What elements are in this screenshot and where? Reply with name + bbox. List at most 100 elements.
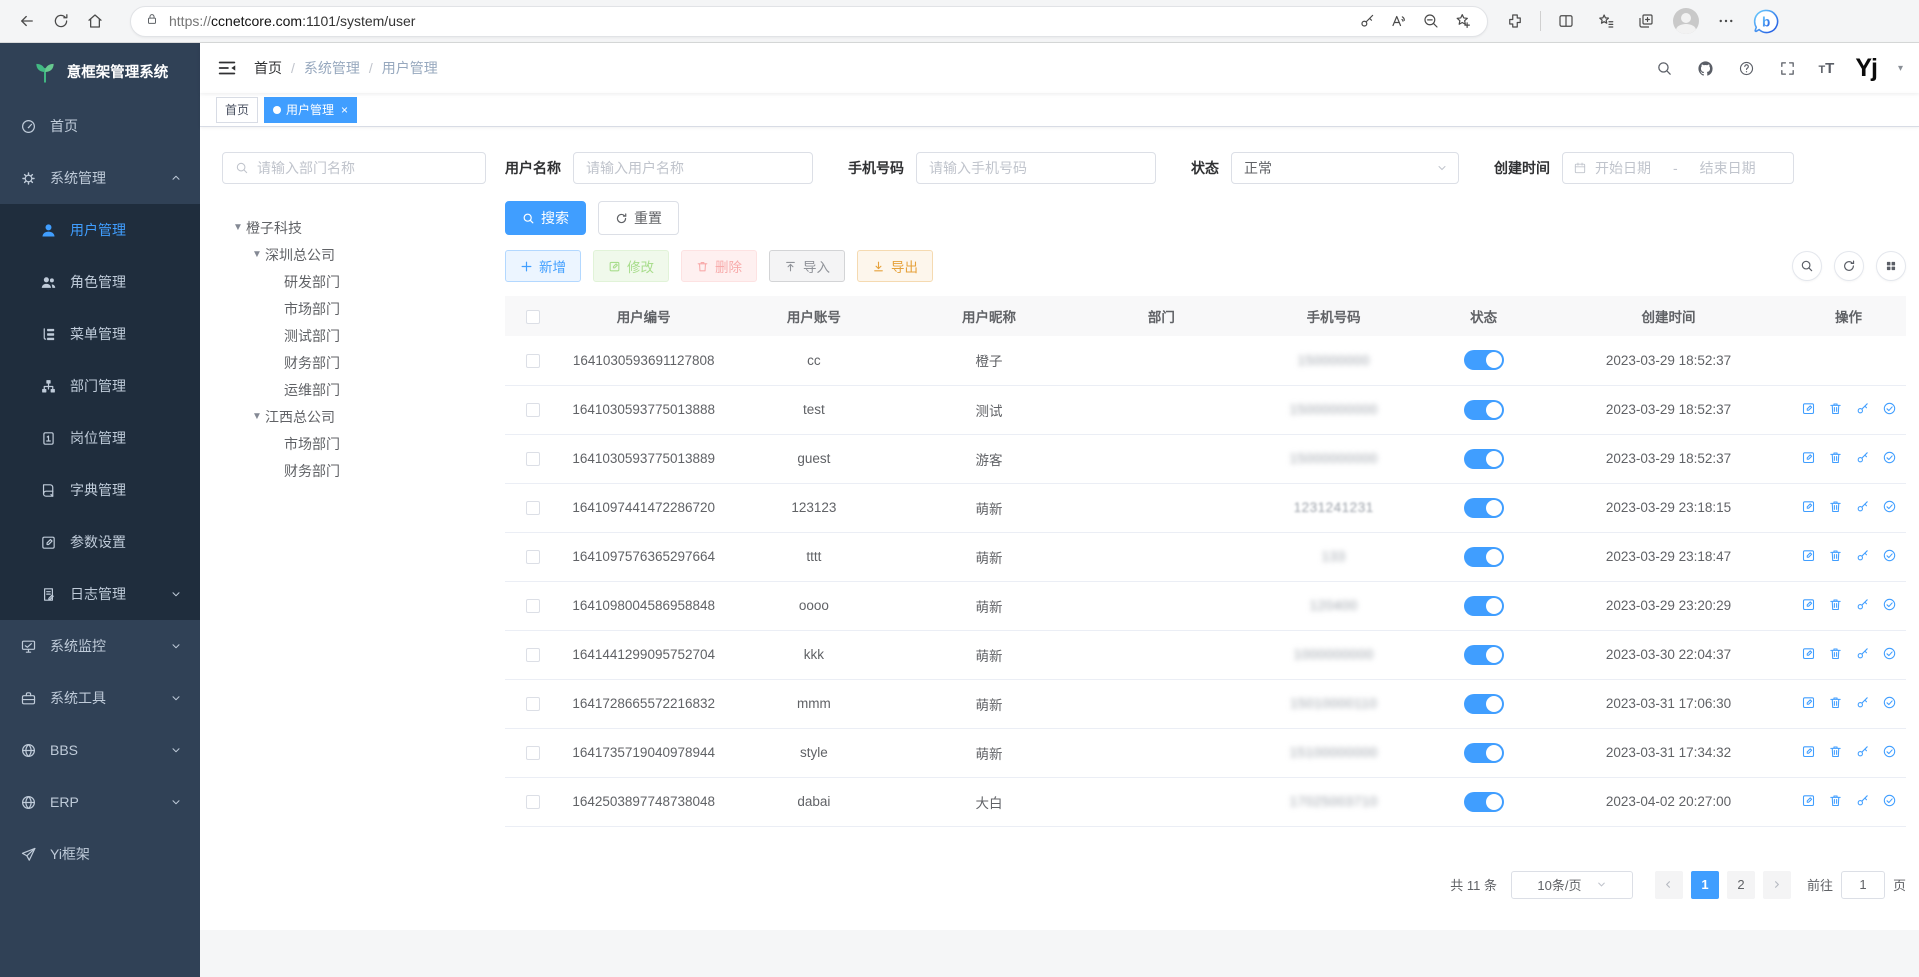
reset-password-button[interactable] — [1855, 597, 1870, 612]
close-icon[interactable]: × — [341, 103, 348, 117]
reset-password-button[interactable] — [1855, 695, 1870, 710]
export-button[interactable]: 导出 — [857, 250, 933, 282]
status-toggle[interactable] — [1464, 498, 1504, 518]
assign-role-button[interactable] — [1882, 450, 1897, 465]
extensions-icon[interactable] — [1498, 4, 1532, 38]
tree-node[interactable]: ▼ 江西总公司 — [222, 403, 486, 430]
sidebar-item-home[interactable]: 首页 — [0, 100, 200, 152]
edit-user-button[interactable] — [1801, 450, 1816, 465]
sidebar-item-dict[interactable]: 字典管理 — [0, 464, 200, 516]
sidebar-item-log[interactable]: 日志管理 — [0, 568, 200, 620]
goto-page-input[interactable] — [1841, 871, 1885, 899]
edit-user-button[interactable] — [1801, 646, 1816, 661]
tree-node[interactable]: 运维部门 — [222, 376, 486, 403]
sidebar-item-param[interactable]: 参数设置 — [0, 516, 200, 568]
tree-node[interactable]: 市场部门 — [222, 430, 486, 457]
edit-user-button[interactable] — [1801, 548, 1816, 563]
sidebar-item-post[interactable]: 岗位管理 — [0, 412, 200, 464]
reset-password-button[interactable] — [1855, 793, 1870, 808]
status-toggle[interactable] — [1464, 645, 1504, 665]
row-checkbox[interactable] — [526, 550, 540, 564]
status-toggle[interactable] — [1464, 547, 1504, 567]
tree-node[interactable]: ▼ 橙子科技 — [222, 214, 486, 241]
profile-avatar[interactable] — [1669, 4, 1703, 38]
zoom-out-icon[interactable] — [1417, 7, 1445, 35]
status-toggle[interactable] — [1464, 400, 1504, 420]
edit-user-button[interactable] — [1801, 597, 1816, 612]
address-bar[interactable]: https://ccnetcore.com:1101/system/user — [130, 6, 1488, 37]
assign-role-button[interactable] — [1882, 499, 1897, 514]
reset-button[interactable]: 重置 — [598, 201, 679, 235]
help-question-icon[interactable] — [1736, 58, 1756, 78]
page-size-select[interactable]: 10条/页 — [1511, 871, 1633, 899]
tree-node[interactable]: 财务部门 — [222, 457, 486, 484]
edit-user-button[interactable] — [1801, 793, 1816, 808]
sidebar-item-role[interactable]: 角色管理 — [0, 256, 200, 308]
row-checkbox[interactable] — [526, 403, 540, 417]
tab-首页[interactable]: 首页 — [216, 97, 258, 123]
status-toggle[interactable] — [1464, 792, 1504, 812]
reset-password-button[interactable] — [1855, 744, 1870, 759]
status-toggle[interactable] — [1464, 449, 1504, 469]
read-aloud-icon[interactable] — [1385, 7, 1413, 35]
header-search-icon[interactable] — [1654, 58, 1674, 78]
delete-button[interactable]: 删除 — [681, 250, 757, 282]
edit-user-button[interactable] — [1801, 499, 1816, 514]
reset-password-button[interactable] — [1855, 646, 1870, 661]
status-toggle[interactable] — [1464, 694, 1504, 714]
browser-reload-icon[interactable] — [44, 4, 78, 38]
user-menu-caret-icon[interactable]: ▾ — [1898, 63, 1903, 74]
column-settings-button[interactable] — [1876, 251, 1906, 281]
delete-user-button[interactable] — [1828, 695, 1843, 710]
row-checkbox[interactable] — [526, 354, 540, 368]
assign-role-button[interactable] — [1882, 695, 1897, 710]
sidebar-item-dept[interactable]: 部门管理 — [0, 360, 200, 412]
refresh-table-button[interactable] — [1834, 251, 1864, 281]
favorites-icon[interactable] — [1589, 4, 1623, 38]
prev-page-button[interactable] — [1655, 871, 1683, 899]
browser-home-icon[interactable] — [78, 4, 112, 38]
edit-user-button[interactable] — [1801, 401, 1816, 416]
add-button[interactable]: 新增 — [505, 250, 581, 282]
tree-node[interactable]: 市场部门 — [222, 295, 486, 322]
department-search[interactable] — [222, 152, 486, 184]
tab-用户管理[interactable]: 用户管理 × — [264, 97, 357, 123]
row-checkbox[interactable] — [526, 599, 540, 613]
sidebar-item-erp[interactable]: ERP — [0, 776, 200, 828]
page-button-2[interactable]: 2 — [1727, 871, 1755, 899]
delete-user-button[interactable] — [1828, 744, 1843, 759]
edit-user-button[interactable] — [1801, 744, 1816, 759]
tree-node[interactable]: 财务部门 — [222, 349, 486, 376]
date-range-picker[interactable]: 开始日期 - 结束日期 — [1562, 152, 1794, 184]
sidebar-collapse-icon[interactable] — [216, 57, 238, 79]
sidebar-item-bbs[interactable]: BBS — [0, 724, 200, 776]
tree-node[interactable]: ▼ 深圳总公司 — [222, 241, 486, 268]
sidebar-item-yi[interactable]: Yi框架 — [0, 828, 200, 880]
font-size-icon[interactable]: TT — [1818, 60, 1834, 77]
search-button[interactable]: 搜索 — [505, 201, 586, 235]
department-search-input[interactable] — [257, 160, 473, 176]
row-checkbox[interactable] — [526, 746, 540, 760]
assign-role-button[interactable] — [1882, 646, 1897, 661]
fullscreen-icon[interactable] — [1777, 58, 1797, 78]
split-screen-icon[interactable] — [1549, 4, 1583, 38]
status-toggle[interactable] — [1464, 743, 1504, 763]
import-button[interactable]: 导入 — [769, 250, 845, 282]
copilot-bing-icon[interactable]: b — [1749, 4, 1783, 38]
status-toggle[interactable] — [1464, 596, 1504, 616]
reset-password-button[interactable] — [1855, 450, 1870, 465]
edit-button[interactable]: 修改 — [593, 250, 669, 282]
delete-user-button[interactable] — [1828, 646, 1843, 661]
edit-user-button[interactable] — [1801, 695, 1816, 710]
phone-input[interactable] — [916, 152, 1156, 184]
github-icon[interactable] — [1695, 58, 1715, 78]
assign-role-button[interactable] — [1882, 597, 1897, 612]
add-favorite-icon[interactable] — [1449, 7, 1477, 35]
delete-user-button[interactable] — [1828, 793, 1843, 808]
delete-user-button[interactable] — [1828, 548, 1843, 563]
row-checkbox[interactable] — [526, 697, 540, 711]
delete-user-button[interactable] — [1828, 401, 1843, 416]
assign-role-button[interactable] — [1882, 548, 1897, 563]
delete-user-button[interactable] — [1828, 450, 1843, 465]
toggle-search-button[interactable] — [1792, 251, 1822, 281]
